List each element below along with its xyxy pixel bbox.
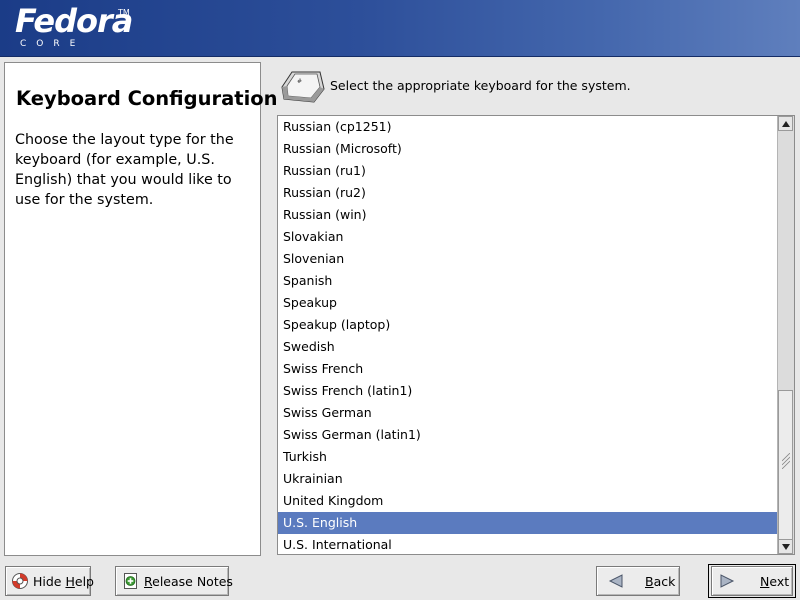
release-notes-button[interactable]: Release Notes [115, 566, 233, 596]
next-arrow-icon [718, 572, 736, 590]
keyboard-list-item[interactable]: United Kingdom [278, 490, 778, 512]
keyboard-key-icon: # [281, 71, 325, 103]
keyboard-list-item[interactable]: Swiss German [278, 402, 778, 424]
keyboard-list-item[interactable]: Russian (ru1) [278, 160, 778, 182]
keyboard-list-item[interactable]: Russian (cp1251) [278, 116, 778, 138]
hide-help-label: Hide Help [33, 573, 94, 589]
keyboard-list-item[interactable]: Spanish [278, 270, 778, 292]
help-text: Choose the layout type for the keyboard … [15, 132, 234, 208]
back-arrow-icon [607, 572, 625, 590]
lifebuoy-icon [11, 572, 29, 590]
keyboard-list-item[interactable]: Turkish [278, 446, 778, 468]
keyboard-list-item[interactable]: U.S. English [278, 512, 778, 534]
scroll-up-arrow-icon[interactable] [778, 116, 793, 131]
back-label: Back [645, 573, 676, 589]
keyboard-list[interactable]: Russian (cp1251) Russian (Microsoft) Russi… [277, 115, 795, 555]
keyboard-list-item[interactable]: Slovenian [278, 248, 778, 270]
back-button[interactable]: Back [596, 566, 680, 596]
scroll-thumb[interactable] [778, 390, 793, 540]
help-panel: Keyboard Configuration Choose the layout… [4, 62, 278, 556]
notes-add-icon [122, 572, 140, 590]
scroll-down-arrow-icon[interactable] [778, 539, 793, 554]
keyboard-list-item[interactable]: Swedish [278, 336, 778, 358]
keyboard-list-item[interactable]: Speakup (laptop) [278, 314, 778, 336]
keyboard-list-item[interactable]: Slovakian [278, 226, 778, 248]
hide-help-button[interactable]: Hide Help [5, 566, 94, 596]
keyboard-list-item[interactable]: Speakup [278, 292, 778, 314]
keyboard-list-item[interactable]: Russian (Microsoft) [278, 138, 778, 160]
next-label: Next [760, 573, 790, 589]
keyboard-list-item[interactable]: Russian (win) [278, 204, 778, 226]
header-banner: Fedora TM CORE [0, 0, 800, 57]
keyboard-list-item[interactable]: Swiss German (latin1) [278, 424, 778, 446]
keyboard-list-item[interactable]: Russian (ru2) [278, 182, 778, 204]
help-title: Keyboard Configuration [16, 87, 278, 110]
keyboard-list-item[interactable]: Swiss French [278, 358, 778, 380]
keyboard-list-item[interactable]: Ukrainian [278, 468, 778, 490]
scroll-grip-icon [782, 453, 790, 469]
svg-text:#: # [297, 78, 302, 85]
fedora-logo: Fedora [15, 2, 133, 40]
keyboard-list-item[interactable]: U.S. International [278, 534, 778, 554]
release-notes-label: Release Notes [144, 573, 233, 589]
fedora-logo-subtext: CORE [20, 39, 86, 49]
list-scrollbar[interactable] [777, 116, 794, 554]
keyboard-prompt: Select the appropriate keyboard for the … [330, 78, 631, 93]
keyboard-list-rows: Russian (cp1251) Russian (Microsoft) Russi… [278, 116, 778, 554]
keyboard-list-item[interactable]: Swiss French (latin1) [278, 380, 778, 402]
next-button[interactable]: Next [711, 566, 793, 596]
trademark-mark: TM [118, 8, 130, 17]
